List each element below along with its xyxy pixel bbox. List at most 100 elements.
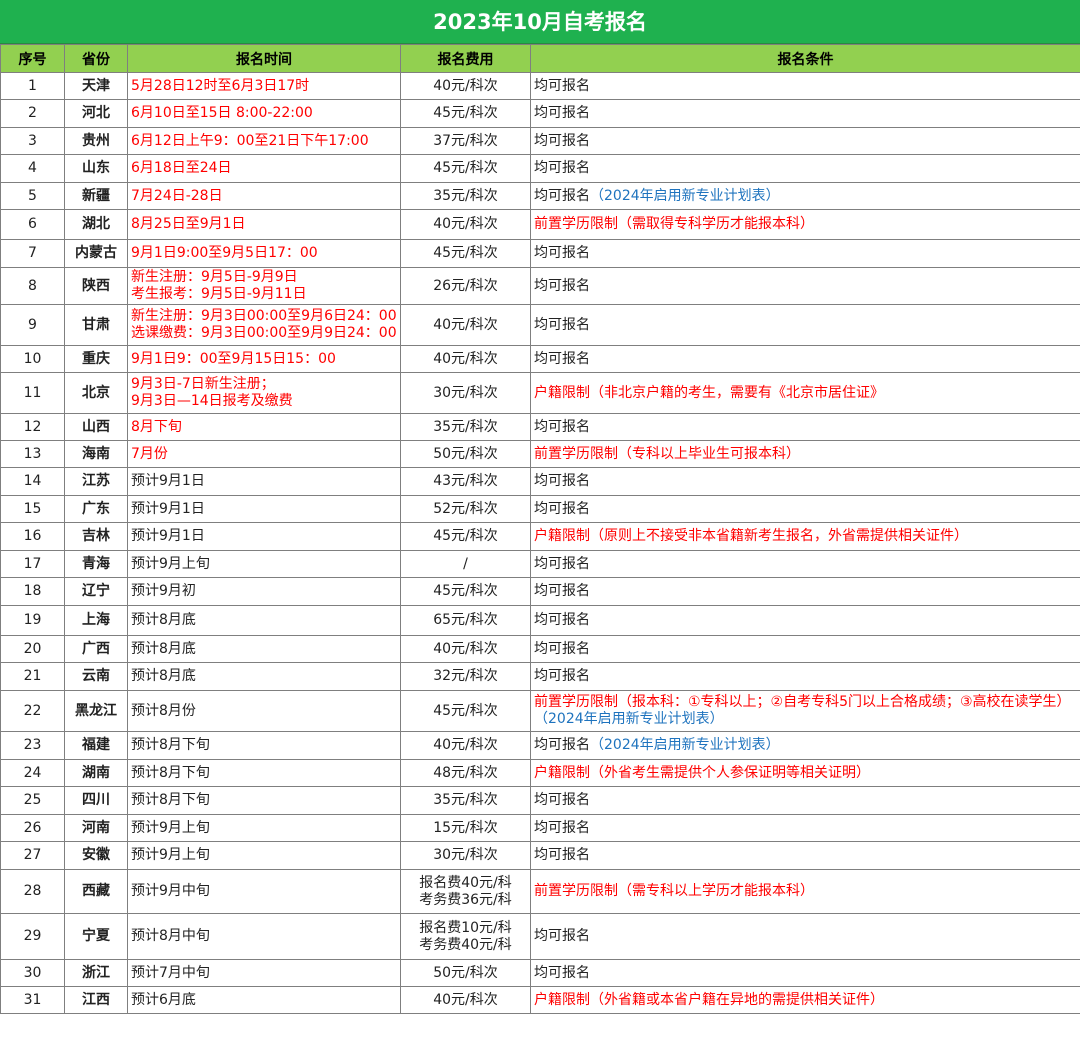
header-province: 省份 xyxy=(64,44,128,73)
condition-cell-text: 户籍限制（外省籍或本省户籍在异地的需提供相关证件） xyxy=(534,991,884,1008)
fee-cell: 45元/科次 xyxy=(400,239,531,268)
row-number: 17 xyxy=(0,550,65,578)
province-cell-text: 江苏 xyxy=(82,473,110,489)
row-number: 2 xyxy=(0,99,65,128)
condition-cell: 均可报名 xyxy=(530,635,1080,663)
row-number-text: 22 xyxy=(23,702,42,719)
condition-cell: 均可报名 xyxy=(530,304,1080,346)
row-number-text: 5 xyxy=(28,187,37,204)
table-row: 21 云南 预计8月底 32元/科次 均可报名 xyxy=(0,662,1080,691)
registration-time-cell: 预计6月底 xyxy=(127,986,401,1014)
registration-time-cell-text: 8月下旬 xyxy=(131,418,182,435)
row-number-text: 10 xyxy=(23,350,42,367)
condition-cell: 均可报名 xyxy=(530,959,1080,987)
fee-cell-text: 35元/科次 xyxy=(433,418,498,435)
table-row: 13 海南 7月份 50元/科次 前置学历限制（专科以上毕业生可报本科） xyxy=(0,440,1080,468)
row-number: 11 xyxy=(0,372,65,414)
table-row: 27 安徽 预计9月上旬 30元/科次 均可报名 xyxy=(0,841,1080,870)
condition-cell-text: 户籍限制（原则上不接受非本省籍新考生报名，外省需提供相关证件） xyxy=(534,528,968,544)
fee-cell-text: 40元/科次 xyxy=(433,991,498,1008)
row-number-text: 15 xyxy=(23,500,42,517)
province-cell: 贵州 xyxy=(64,127,128,155)
row-number-text: 23 xyxy=(23,737,42,753)
province-cell-text: 安徽 xyxy=(82,847,110,863)
plan-note: （2024年启用新专业计划表） xyxy=(590,187,780,204)
table-row: 12 山西 8月下旬 35元/科次 均可报名 xyxy=(0,413,1080,441)
row-number-text: 12 xyxy=(23,418,42,435)
province-cell-text: 重庆 xyxy=(82,350,110,367)
table-row: 4 山东 6月18日至24日 45元/科次 均可报名 xyxy=(0,154,1080,183)
fee-cell: 35元/科次 xyxy=(400,182,531,210)
row-number-text: 13 xyxy=(23,445,42,462)
fee-cell-text: 32元/科次 xyxy=(433,668,498,684)
table-row: 3 贵州 6月12日上午9：00至21日下午17:00 37元/科次 均可报名 xyxy=(0,127,1080,155)
table-row: 9 甘肃 新生注册：9月3日00:00至9月6日24：00 选课缴费：9月3日00:… xyxy=(0,304,1080,346)
condition-cell: 均可报名 xyxy=(530,127,1080,155)
table-row: 14 江苏 预计9月1日 43元/科次 均可报名 xyxy=(0,467,1080,496)
province-cell-text: 山东 xyxy=(82,160,110,176)
row-number: 26 xyxy=(0,814,65,842)
registration-time-cell-text: 预计8月中旬 xyxy=(131,928,210,944)
province-cell-text: 贵州 xyxy=(82,132,110,149)
table-row: 25 四川 预计8月下旬 35元/科次 均可报名 xyxy=(0,786,1080,815)
registration-time-cell-text: 7月24日-28日 xyxy=(131,187,223,204)
table-row: 8 陕西 新生注册：9月5日-9月9日 考生报考：9月5日-9月11日 26元/科次 均… xyxy=(0,267,1080,305)
province-cell: 山西 xyxy=(64,413,128,441)
row-number: 14 xyxy=(0,467,65,496)
table-body: 1 天津 5月28日12时至6月3日17时 40元/科次 均可报名 2 河北 6月10日至15… xyxy=(0,72,1080,1014)
condition-cell: 前置学历限制（专科以上毕业生可报本科） xyxy=(530,440,1080,468)
registration-time-cell-text: 新生注册：9月5日-9月9日 考生报考：9月5日-9月11日 xyxy=(131,269,307,302)
condition-cell: 均可报名 xyxy=(530,605,1080,636)
registration-time-cell-text: 预计8月下旬 xyxy=(131,792,210,808)
condition-cell-text: 均可报名 xyxy=(534,964,590,981)
province-cell: 甘肃 xyxy=(64,304,128,346)
row-number-text: 3 xyxy=(28,132,37,149)
registration-time-cell-text: 6月10日至15日 8:00-22:00 xyxy=(131,105,313,121)
row-number-text: 28 xyxy=(23,883,42,899)
condition-cell: 户籍限制（原则上不接受非本省籍新考生报名，外省需提供相关证件） xyxy=(530,522,1080,551)
province-cell-text: 四川 xyxy=(82,792,110,808)
fee-cell-text: 报名费40元/科 考务费36元/科 xyxy=(419,874,512,908)
condition-cell-text: 前置学历限制（需取得专科学历才能报本科） xyxy=(534,216,814,232)
registration-time-cell: 预计9月1日 xyxy=(127,522,401,551)
condition-cell: 均可报名 xyxy=(530,154,1080,183)
registration-time-cell-text: 预计9月上旬 xyxy=(131,555,210,572)
province-cell-text: 黑龙江 xyxy=(75,702,117,719)
condition-cell: 均可报名 xyxy=(530,495,1080,523)
fee-cell: 43元/科次 xyxy=(400,467,531,496)
registration-time-cell: 6月12日上午9：00至21日下午17:00 xyxy=(127,127,401,155)
province-cell-text: 云南 xyxy=(82,668,110,684)
fee-cell-text: 35元/科次 xyxy=(433,187,498,204)
fee-cell-text: 50元/科次 xyxy=(433,445,498,462)
condition-cell-text: 均可报名 xyxy=(534,500,590,517)
condition-cell-text: 均可报名 xyxy=(534,277,590,294)
province-cell: 江苏 xyxy=(64,467,128,496)
registration-table: 序号 省份 报名时间 报名费用 报名条件 1 天津 5月28日12时至6月3日17时… xyxy=(0,44,1080,1014)
registration-time-cell: 预计9月1日 xyxy=(127,495,401,523)
condition-cell-text: 均可报名 xyxy=(534,583,590,599)
province-cell: 湖南 xyxy=(64,759,128,787)
condition-cell-text: 前置学历限制（报本科：①专科以上；②自考专科5门以上合格成绩；③高校在读学生） xyxy=(534,694,1071,710)
row-number-text: 9 xyxy=(28,316,37,333)
condition-cell: 均可报名 xyxy=(530,99,1080,128)
row-number: 21 xyxy=(0,662,65,691)
condition-cell: 均可报名 xyxy=(530,550,1080,578)
fee-cell-text: / xyxy=(463,555,468,572)
row-number-text: 24 xyxy=(23,764,42,781)
registration-time-cell-text: 新生注册：9月3日00:00至9月6日24：00 选课缴费：9月3日00:00至… xyxy=(131,308,397,341)
row-number-text: 19 xyxy=(23,612,42,628)
row-number: 30 xyxy=(0,959,65,987)
table-row: 16 吉林 预计9月1日 45元/科次 户籍限制（原则上不接受非本省籍新考生报名，外省需… xyxy=(0,522,1080,551)
registration-time-cell: 预计8月底 xyxy=(127,635,401,663)
row-number: 5 xyxy=(0,182,65,210)
condition-cell-text: 均可报名 xyxy=(534,792,590,808)
fee-cell: 40元/科次 xyxy=(400,635,531,663)
province-cell: 广东 xyxy=(64,495,128,523)
province-cell-text: 海南 xyxy=(82,445,110,462)
registration-time-cell-text: 预计8月下旬 xyxy=(131,764,210,781)
province-cell: 安徽 xyxy=(64,841,128,870)
row-number-text: 26 xyxy=(23,819,42,836)
fee-cell-text: 43元/科次 xyxy=(433,473,498,489)
fee-cell: 30元/科次 xyxy=(400,841,531,870)
condition-cell-text: 均可报名 xyxy=(534,928,590,944)
